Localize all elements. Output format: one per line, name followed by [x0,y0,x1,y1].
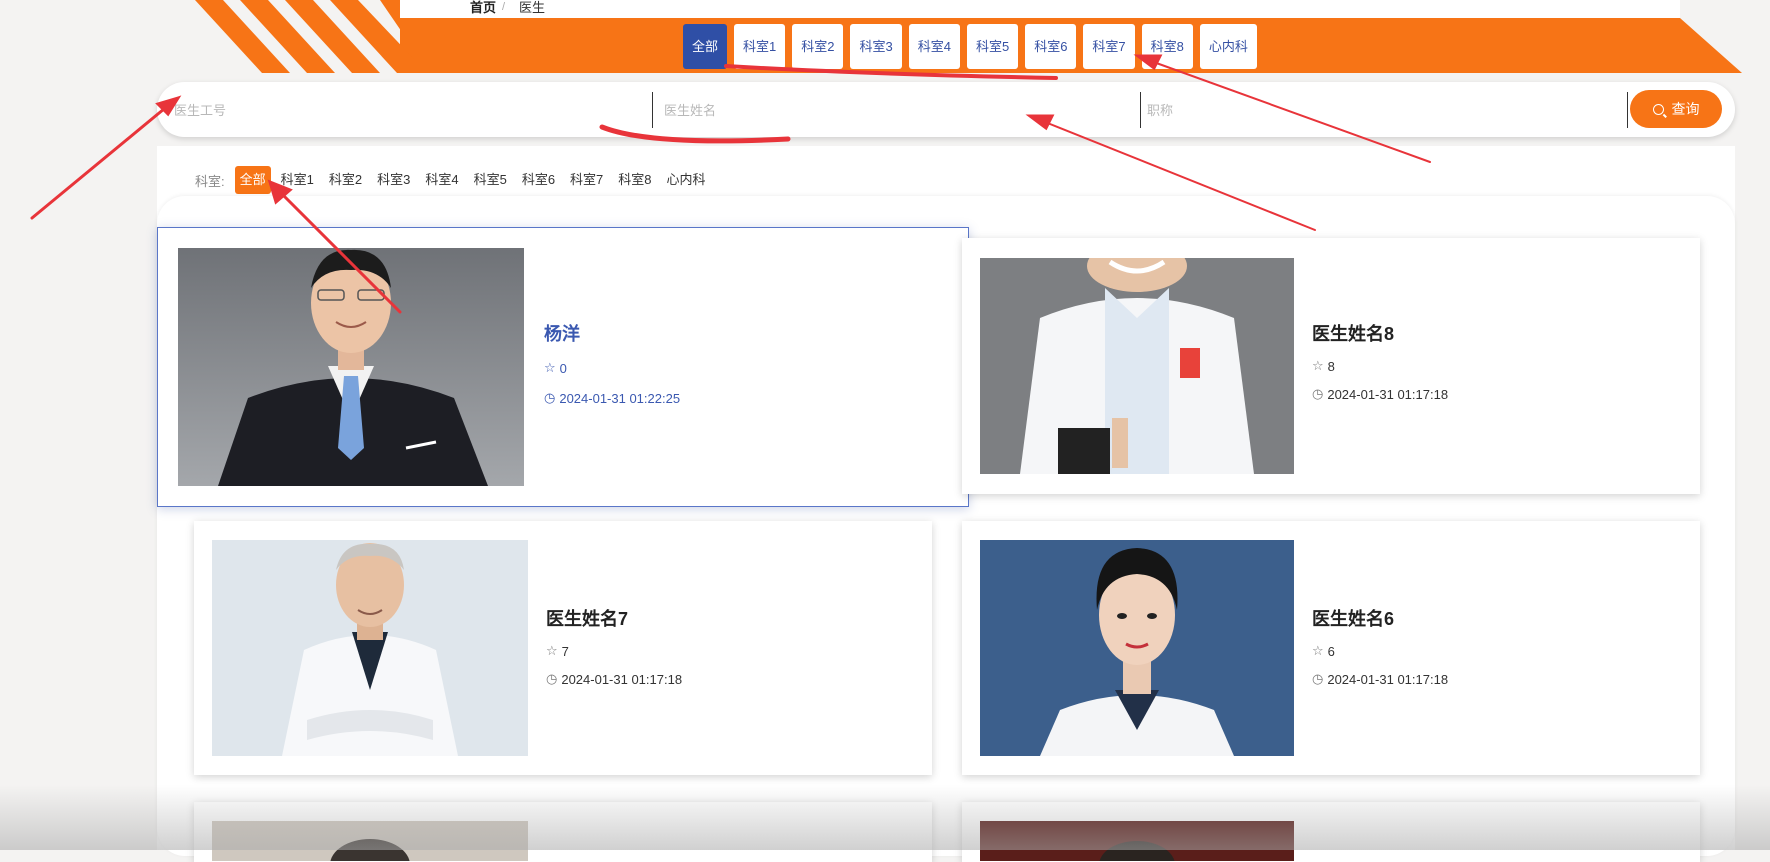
star-icon: ☆ [546,643,558,658]
clock-icon: ◷ [546,671,558,686]
doctor-photo [980,540,1294,756]
breadcrumb-current: 医生 [519,0,546,15]
updated-time-value: 2024-01-31 01:17:18 [1327,671,1449,687]
favorite-count: ☆ 7 [546,643,682,659]
search-divider [1140,92,1141,128]
doctor-name-input[interactable] [662,94,1136,126]
doctor-photo-image [980,258,1294,474]
doctor-card[interactable] [962,802,1700,862]
doctor-name[interactable]: 医生姓名7 [546,605,682,631]
doctor-card[interactable]: 医生姓名6 ☆ 6 ◷ 2024-01-31 01:17:18 [962,521,1700,775]
doctor-photo-image [980,540,1294,756]
favorite-count: ☆ 0 [544,360,680,376]
tab-dept-2[interactable]: 科室2 [792,24,844,69]
search-divider [652,92,653,128]
filter-label: 科室: [195,173,225,189]
clock-icon: ◷ [1312,671,1324,686]
search-bar: 查询 [157,82,1735,137]
doctor-info: 医生姓名8 ☆ 8 ◷ 2024-01-31 01:17:18 [1312,320,1448,402]
doctor-name[interactable]: 杨洋 [544,320,680,346]
doctor-info: 杨洋 ☆ 0 ◷ 2024-01-31 01:22:25 [544,320,680,406]
tab-all[interactable]: 全部 [683,24,728,69]
favorite-count-value: 8 [1327,358,1335,374]
tab-dept-5[interactable]: 科室5 [966,24,1019,69]
filter-dept-1[interactable]: 科室1 [276,166,319,194]
doctor-id-input[interactable] [172,94,646,126]
filter-cardiology[interactable]: 心内科 [662,166,711,194]
favorite-count-value: 6 [1327,643,1335,659]
favorite-count-value: 0 [559,360,567,376]
updated-time: ◷ 2024-01-31 01:17:18 [546,671,682,687]
tab-dept-4[interactable]: 科室4 [908,24,960,69]
department-filter: 科室: 全部 科室1 科室2 科室3 科室4 科室5 科室6 科室7 科室8 心… [195,166,716,194]
doctor-photo [212,540,528,756]
search-divider [1627,92,1628,128]
doctor-card[interactable]: 杨洋 ☆ 0 ◷ 2024-01-31 01:22:25 [157,227,969,507]
updated-time-value: 2024-01-31 01:17:18 [1327,386,1449,402]
star-icon: ☆ [1312,358,1324,373]
tab-dept-3[interactable]: 科室3 [850,24,902,69]
doctor-photo [980,258,1294,474]
filter-dept-5[interactable]: 科室5 [469,166,512,194]
filter-dept-7[interactable]: 科室7 [565,166,608,194]
department-tabs: 全部 科室1 科室2 科室3 科室4 科室5 科室6 科室7 科室8 心内科 [683,24,1257,69]
title-input[interactable] [1145,94,1619,126]
star-icon: ☆ [1312,643,1324,658]
updated-time-value: 2024-01-31 01:17:18 [561,671,683,687]
tab-cardiology[interactable]: 心内科 [1199,24,1257,69]
doctor-name[interactable]: 医生姓名8 [1312,320,1448,346]
search-button[interactable]: 查询 [1630,90,1722,128]
filter-dept-4[interactable]: 科室4 [420,166,463,194]
doctor-photo [980,821,1294,861]
favorite-count: ☆ 8 [1312,358,1448,374]
updated-time: ◷ 2024-01-31 01:17:18 [1312,386,1448,402]
updated-time-value: 2024-01-31 01:22:25 [559,390,681,406]
filter-dept-8[interactable]: 科室8 [613,166,656,194]
doctor-photo-image [212,821,528,861]
doctor-info: 医生姓名6 ☆ 6 ◷ 2024-01-31 01:17:18 [1312,605,1448,687]
tab-dept-1[interactable]: 科室1 [734,24,786,69]
doctor-photo-image [980,821,1294,861]
doctor-photo-image [178,248,524,486]
filter-dept-6[interactable]: 科室6 [517,166,560,194]
updated-time: ◷ 2024-01-31 01:17:18 [1312,671,1448,687]
breadcrumb-home[interactable]: 首页 [470,0,496,15]
tab-dept-6[interactable]: 科室6 [1025,24,1077,69]
doctor-photo [178,248,524,486]
clock-icon: ◷ [1312,386,1324,401]
doctor-info: 医生姓名7 ☆ 7 ◷ 2024-01-31 01:17:18 [546,605,682,687]
doctor-photo-image [212,540,528,756]
clock-icon: ◷ [544,390,556,405]
favorite-count: ☆ 6 [1312,643,1448,659]
updated-time: ◷ 2024-01-31 01:22:25 [544,390,680,406]
doctor-name[interactable]: 医生姓名6 [1312,605,1448,631]
doctor-photo [212,821,528,861]
tab-dept-7[interactable]: 科室7 [1083,24,1135,69]
search-button-label: 查询 [1671,101,1700,117]
tab-dept-8[interactable]: 科室8 [1141,24,1193,69]
star-icon: ☆ [544,360,556,375]
filter-dept-3[interactable]: 科室3 [372,166,415,194]
filter-dept-2[interactable]: 科室2 [324,166,367,194]
doctor-card[interactable]: 医生姓名7 ☆ 7 ◷ 2024-01-31 01:17:18 [194,521,932,775]
favorite-count-value: 7 [561,643,569,659]
doctor-card[interactable]: 医生姓名8 ☆ 8 ◷ 2024-01-31 01:17:18 [962,238,1700,494]
breadcrumb-separator: / [502,1,506,13]
top-banner: 首页 / 医生 全部 科室1 科室2 科室3 科室4 科室5 科室6 科室7 科… [0,0,1770,73]
search-icon [1652,104,1664,115]
filter-all[interactable]: 全部 [234,166,271,194]
doctor-card[interactable] [194,802,932,862]
breadcrumb: 首页 / 医生 [400,0,1680,18]
